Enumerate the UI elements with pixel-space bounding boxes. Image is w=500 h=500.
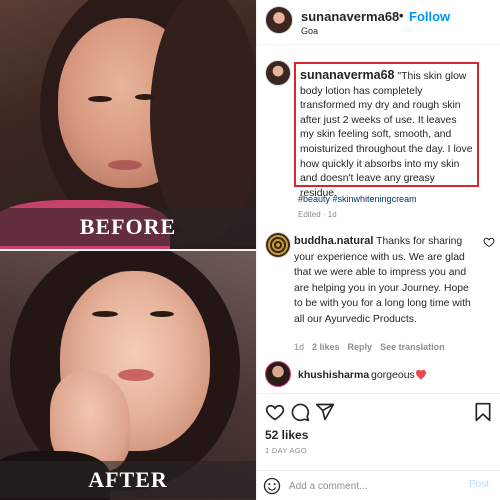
eye-shape xyxy=(88,96,112,102)
before-label-text: BEFORE xyxy=(79,214,177,239)
post-actions-bar xyxy=(257,393,500,431)
likes-count[interactable]: 52 likes xyxy=(265,428,308,442)
caption-edited-time: Edited · 1d xyxy=(298,210,337,219)
see-translation-link[interactable]: See translation xyxy=(380,342,445,352)
post-location[interactable]: Goa xyxy=(301,26,318,36)
add-comment-bar: Post xyxy=(257,470,500,500)
post-header: sunanaverma68 • Follow Goa xyxy=(257,0,500,45)
heart-icon[interactable] xyxy=(265,402,285,422)
lips-shape xyxy=(108,160,142,170)
follow-button[interactable]: Follow xyxy=(409,9,450,24)
comment-likes-link[interactable]: 2 likes xyxy=(312,342,340,352)
caption-username[interactable]: sunanaverma68 xyxy=(300,68,395,82)
comment-username[interactable]: khushisharma xyxy=(298,369,369,381)
owner-username[interactable]: sunanaverma68 xyxy=(301,9,399,24)
like-comment-heart-icon[interactable] xyxy=(483,236,495,248)
caption-body: "This skin glow body lotion has complete… xyxy=(300,71,473,199)
lips-shape xyxy=(118,369,154,381)
comment-item: khushisharma gorgeous xyxy=(257,361,500,389)
owner-avatar[interactable] xyxy=(265,6,293,34)
eye-shape xyxy=(92,311,118,317)
header-separator: • xyxy=(399,8,404,23)
comment-username[interactable]: buddha.natural xyxy=(294,235,373,247)
caption-content: sunanaverma68 "This skin glow body lotio… xyxy=(300,68,473,201)
reply-button[interactable]: Reply xyxy=(348,342,373,352)
bookmark-icon[interactable] xyxy=(473,402,493,422)
caption-avatar[interactable] xyxy=(265,60,291,86)
after-label: AFTER xyxy=(0,461,256,499)
comment-text: gorgeous xyxy=(371,369,415,381)
post-media[interactable]: BEFORE AFTER xyxy=(0,0,256,500)
share-icon[interactable] xyxy=(315,402,335,422)
hair-side xyxy=(150,0,256,240)
post-timestamp: 1 DAY AGO xyxy=(265,446,308,455)
emoji-icon[interactable] xyxy=(263,477,281,495)
comment-text: Thanks for sharing your experience with … xyxy=(294,236,471,325)
red-heart-icon xyxy=(416,369,426,380)
comment-body: buddha.natural Thanks for sharing your e… xyxy=(294,234,480,328)
comment-age: 1d xyxy=(294,342,305,352)
eye-shape xyxy=(135,94,155,100)
caption-highlight-box: sunanaverma68 "This skin glow body lotio… xyxy=(294,62,479,199)
commenter-avatar[interactable] xyxy=(265,232,291,258)
comment-icon[interactable] xyxy=(290,402,310,422)
eye-shape xyxy=(150,311,174,317)
comment-meta: 1d 2 likes Reply See translation xyxy=(294,342,445,352)
commenter-avatar[interactable] xyxy=(265,361,291,387)
comment-input[interactable] xyxy=(289,477,459,495)
post-comment-button[interactable]: Post xyxy=(469,479,489,490)
caption-hashtags[interactable]: #beauty #skinwhiteningcream xyxy=(298,194,417,204)
after-label-text: AFTER xyxy=(88,467,168,492)
before-label: BEFORE xyxy=(0,208,256,246)
post-side-panel: sunanaverma68 • Follow Goa sunanaverma68… xyxy=(256,0,500,500)
